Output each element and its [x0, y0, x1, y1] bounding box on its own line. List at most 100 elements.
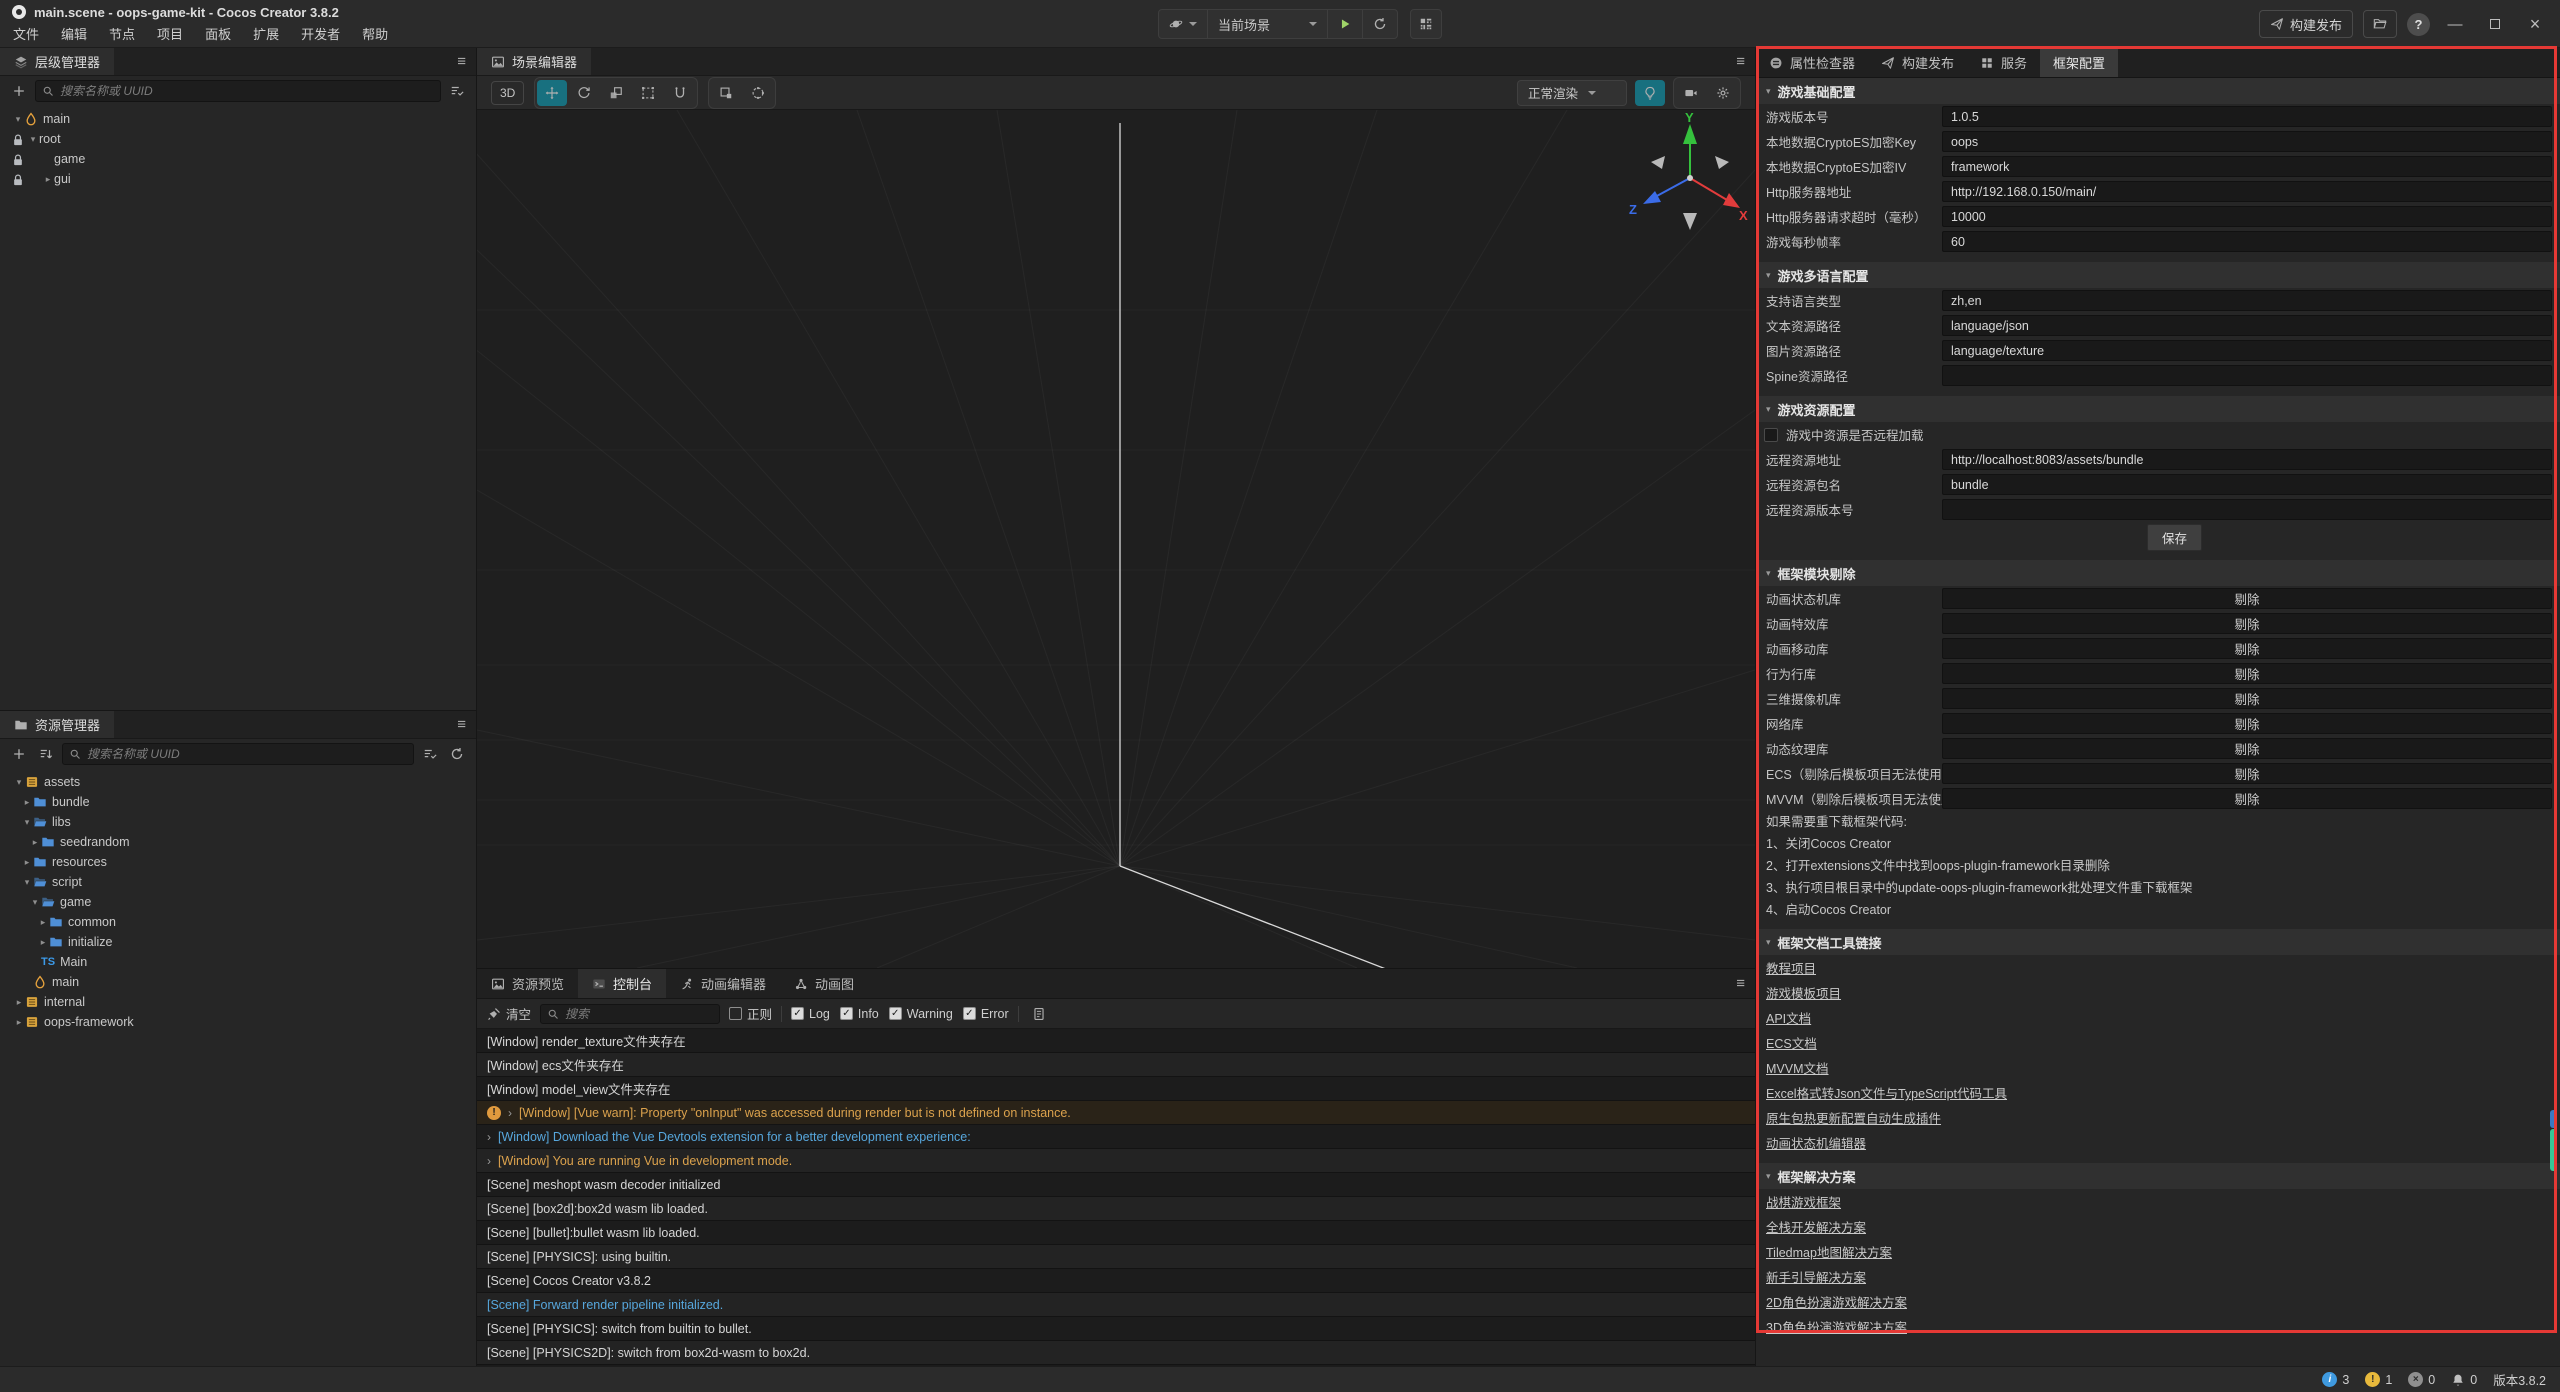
link-战棋游戏框架[interactable]: 战棋游戏框架: [1766, 1192, 1841, 1211]
expand-chevron-icon[interactable]: ›: [508, 1106, 512, 1120]
window-close-button[interactable]: ×: [2520, 14, 2550, 35]
expand-chevron-icon[interactable]: ›: [487, 1130, 491, 1144]
link-Tiledmap地图解决方案[interactable]: Tiledmap地图解决方案: [1766, 1242, 1892, 1261]
menu-扩展[interactable]: 扩展: [242, 24, 290, 48]
assets-search-input[interactable]: [87, 747, 407, 761]
log-row[interactable]: [Window] render_texture文件夹存在: [477, 1029, 1755, 1053]
toggle-3d-button[interactable]: 3D: [491, 81, 524, 105]
gizmo-axis-y-label[interactable]: Y: [1685, 110, 1694, 125]
asset-node-seedrandom[interactable]: ▸seedrandom: [0, 832, 476, 852]
view-gizmo[interactable]: Y X Z: [1627, 116, 1755, 256]
inspector-tab-框架配置[interactable]: 框架配置: [2040, 48, 2118, 77]
save-button[interactable]: 保存: [2147, 524, 2202, 551]
log-row[interactable]: !›[Window] [Vue warn]: Property "onInput…: [477, 1101, 1755, 1125]
link-MVVM文档[interactable]: MVVM文档: [1766, 1058, 1829, 1077]
console-clear-button[interactable]: 清空: [487, 1004, 531, 1023]
menu-编辑[interactable]: 编辑: [50, 24, 98, 48]
asset-node-oops-framework[interactable]: ▸oops-framework: [0, 1012, 476, 1032]
log-row[interactable]: ›[Window] Download the Vue Devtools exte…: [477, 1125, 1755, 1149]
assets-refresh-button[interactable]: [446, 744, 468, 764]
right-scrollbar-thumb-top[interactable]: [2550, 1110, 2557, 1128]
status-notifications[interactable]: 0: [2451, 1373, 2477, 1387]
scene-settings-button[interactable]: [1708, 80, 1738, 106]
section-header-框架解决方案[interactable]: ▾框架解决方案: [1756, 1163, 2560, 1189]
field-input-图片资源路径[interactable]: [1942, 340, 2552, 361]
tree-chevron[interactable]: ▾: [21, 877, 33, 888]
rotate-tool-button[interactable]: [569, 80, 599, 106]
scene-viewport[interactable]: Y X Z: [477, 110, 1755, 968]
open-project-folder-button[interactable]: [2363, 10, 2397, 38]
remove-module-button[interactable]: 剔除: [1942, 663, 2552, 684]
scene-menu-icon[interactable]: ≡: [1736, 53, 1755, 70]
right-scrollbar-thumb[interactable]: [2550, 1129, 2557, 1171]
section-header-框架模块剔除[interactable]: ▾框架模块剔除: [1756, 560, 2560, 586]
section-header-游戏多语言配置[interactable]: ▾游戏多语言配置: [1756, 262, 2560, 288]
preview-qr-button[interactable]: [1410, 9, 1442, 39]
remove-module-button[interactable]: 剔除: [1942, 788, 2552, 809]
field-input-远程资源包名[interactable]: [1942, 474, 2552, 495]
log-row[interactable]: [Scene] [box2d]:box2d wasm lib loaded.: [477, 1197, 1755, 1221]
remove-module-button[interactable]: 剔除: [1942, 613, 2552, 634]
tree-chevron[interactable]: ▸: [13, 1017, 25, 1028]
asset-node-initialize[interactable]: ▸initialize: [0, 932, 476, 952]
remote-load-checkbox[interactable]: [1764, 428, 1778, 442]
hierarchy-node-root[interactable]: ▾root: [0, 129, 476, 149]
field-input-Http服务器地址[interactable]: [1942, 181, 2552, 202]
menu-帮助[interactable]: 帮助: [351, 24, 399, 48]
tree-chevron[interactable]: ▾: [29, 897, 41, 908]
log-row[interactable]: [Window] model_view文件夹存在: [477, 1077, 1755, 1101]
hierarchy-menu-icon[interactable]: ≡: [457, 53, 476, 70]
remove-module-button[interactable]: 剔除: [1942, 738, 2552, 759]
tree-chevron[interactable]: ▾: [13, 777, 25, 788]
menu-开发者[interactable]: 开发者: [290, 24, 351, 48]
regex-checkbox[interactable]: 正则: [729, 1004, 772, 1023]
assets-menu-icon[interactable]: ≡: [457, 716, 476, 733]
create-node-button[interactable]: [8, 81, 30, 101]
hierarchy-filter-button[interactable]: [446, 81, 468, 101]
field-input-远程资源版本号[interactable]: [1942, 499, 2552, 520]
asset-node-script[interactable]: ▾script: [0, 872, 476, 892]
tab-hierarchy[interactable]: 层级管理器: [0, 48, 114, 75]
section-header-游戏基础配置[interactable]: ▾游戏基础配置: [1756, 78, 2560, 104]
asset-node-Main[interactable]: TSMain: [0, 952, 476, 972]
asset-node-resources[interactable]: ▸resources: [0, 852, 476, 872]
field-input-本地数据CryptoES加密IV[interactable]: [1942, 156, 2552, 177]
rect-tool-button[interactable]: [633, 80, 663, 106]
field-input-远程资源地址[interactable]: [1942, 449, 2552, 470]
anchor-snap-button[interactable]: [711, 80, 741, 106]
remove-module-button[interactable]: 剔除: [1942, 713, 2552, 734]
assets-filter-button[interactable]: [419, 744, 441, 764]
tree-chevron[interactable]: ▸: [29, 837, 41, 848]
asset-node-assets[interactable]: ▾assets: [0, 772, 476, 792]
gizmo-axis-z-label[interactable]: Z: [1629, 202, 1637, 217]
scene-select[interactable]: 当前场景: [1208, 10, 1328, 38]
field-input-Spine资源路径[interactable]: [1942, 365, 2552, 386]
log-row[interactable]: [Scene] Cocos Creator v3.8.2: [477, 1269, 1755, 1293]
tree-chevron[interactable]: ▾: [27, 134, 39, 145]
tree-chevron[interactable]: ▾: [12, 114, 24, 125]
field-input-游戏版本号[interactable]: [1942, 106, 2552, 127]
build-publish-button[interactable]: 构建发布: [2259, 10, 2353, 38]
play-button[interactable]: [1328, 10, 1363, 38]
status-warnings[interactable]: !1: [2365, 1372, 2392, 1387]
link-API文档[interactable]: API文档: [1766, 1008, 1811, 1027]
hierarchy-search-input[interactable]: [60, 84, 434, 98]
console-search-input[interactable]: [565, 1007, 713, 1021]
tree-chevron[interactable]: ▸: [42, 174, 54, 185]
section-header-框架文档工具链接[interactable]: ▾框架文档工具链接: [1756, 929, 2560, 955]
link-动画状态机编辑器[interactable]: 动画状态机编辑器: [1766, 1133, 1866, 1152]
tab-assets[interactable]: 资源管理器: [0, 711, 114, 738]
field-input-本地数据CryptoES加密Key[interactable]: [1942, 131, 2552, 152]
expand-chevron-icon[interactable]: ›: [487, 1154, 491, 1168]
gizmo-tool-button[interactable]: [665, 80, 695, 106]
console-menu-icon[interactable]: ≡: [1736, 975, 1755, 992]
tree-chevron[interactable]: ▸: [21, 797, 33, 808]
create-asset-button[interactable]: [8, 744, 30, 764]
asset-node-libs[interactable]: ▾libs: [0, 812, 476, 832]
asset-node-internal[interactable]: ▸internal: [0, 992, 476, 1012]
menu-文件[interactable]: 文件: [2, 24, 50, 48]
link-全栈开发解决方案[interactable]: 全栈开发解决方案: [1766, 1217, 1866, 1236]
console-search[interactable]: [540, 1004, 720, 1024]
gizmo-axis-x-label[interactable]: X: [1739, 208, 1748, 223]
field-input-Http服务器请求超时（毫秒）[interactable]: [1942, 206, 2552, 227]
